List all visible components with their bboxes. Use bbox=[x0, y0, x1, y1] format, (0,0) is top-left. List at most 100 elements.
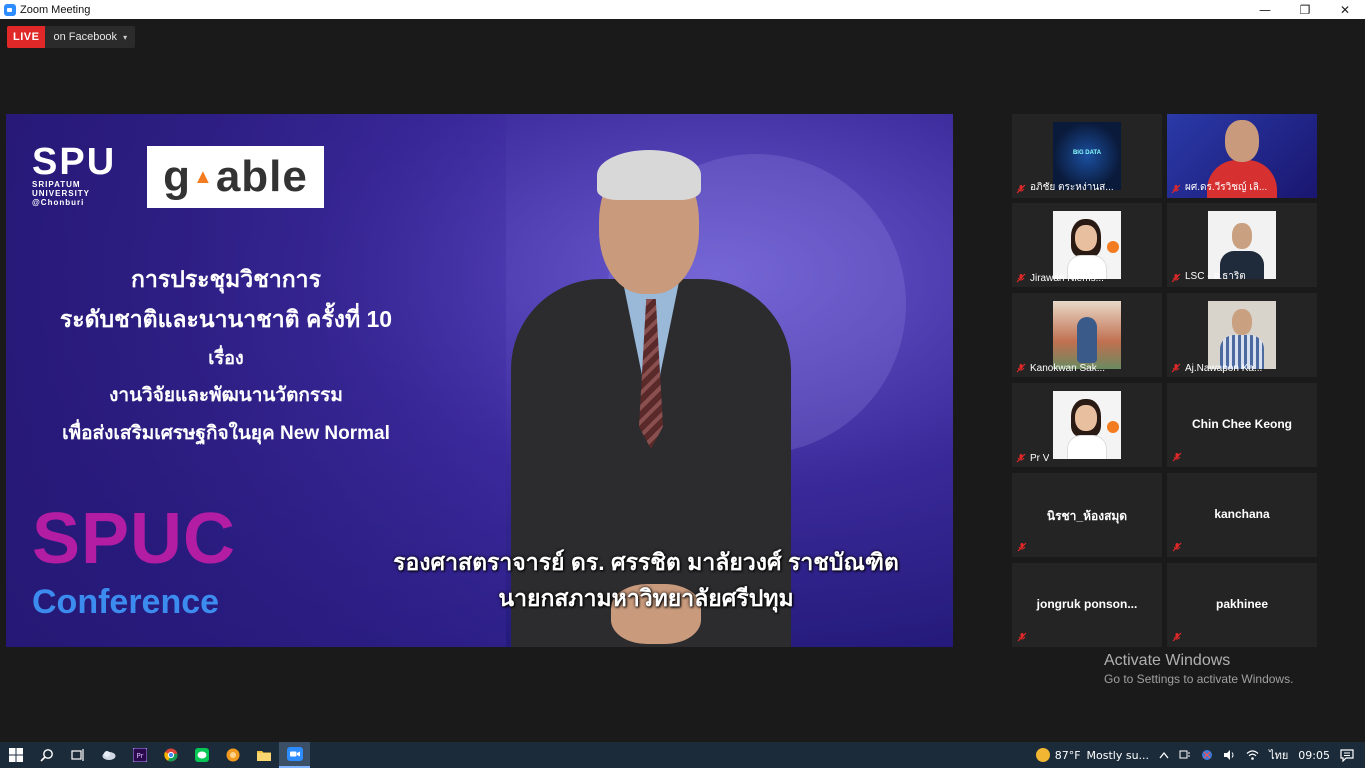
participant-tile[interactable]: pakhinee bbox=[1167, 563, 1317, 647]
participant-name: jongruk ponson... bbox=[1036, 597, 1138, 611]
conference-wordmark: Conference bbox=[32, 583, 220, 621]
participant-face bbox=[1232, 223, 1252, 249]
mic-muted-icon bbox=[1016, 363, 1026, 373]
windows-logo-icon bbox=[8, 748, 23, 762]
task-view-button[interactable] bbox=[62, 742, 93, 768]
taskbar-app-weather-widget[interactable] bbox=[93, 742, 124, 768]
participant-name: Jirawan Niems... bbox=[1030, 273, 1104, 284]
zoom-icon bbox=[286, 747, 303, 761]
svg-text:Pr: Pr bbox=[136, 752, 143, 760]
participant-name: LSC - อ.ธาริต bbox=[1185, 271, 1246, 282]
wifi-icon bbox=[1246, 750, 1259, 760]
speaker-hair bbox=[597, 150, 701, 200]
participant-name: Pr V bbox=[1030, 453, 1050, 464]
weather-temperature: 87°F bbox=[1054, 748, 1081, 762]
participant-tile[interactable]: ผศ.ดร.วีรวิชญ์ เลิ... bbox=[1167, 114, 1317, 198]
participant-face bbox=[1232, 309, 1252, 335]
mic-muted-icon bbox=[1171, 184, 1181, 194]
watermark-subtitle: Go to Settings to activate Windows. bbox=[1104, 672, 1294, 686]
participant-tile[interactable]: kanchana bbox=[1167, 473, 1317, 557]
participant-body bbox=[1077, 317, 1097, 363]
taskbar-app-chrome[interactable] bbox=[155, 742, 186, 768]
language-indicator[interactable]: ไทย bbox=[1264, 746, 1293, 764]
participant-video bbox=[1053, 391, 1121, 459]
participant-tile[interactable]: LSC - อ.ธาริต bbox=[1167, 203, 1317, 287]
participant-video bbox=[1053, 211, 1121, 279]
participant-tile[interactable]: BIG DATA อภิชัย ตระหง่านส... bbox=[1012, 114, 1162, 198]
notification-center-button[interactable] bbox=[1335, 748, 1359, 762]
weather-widget[interactable]: 87°F Mostly su... bbox=[1031, 748, 1154, 762]
gable-logo-mark: ▲ bbox=[193, 165, 214, 188]
taskbar-app-line[interactable] bbox=[186, 742, 217, 768]
participant-name: นิรชา_ห้องสมุด bbox=[1046, 509, 1128, 523]
speaker-caption-title: นายกสภามหาวิทยาลัยศรีปทุม bbox=[498, 585, 794, 611]
participant-face bbox=[1075, 225, 1097, 251]
start-button[interactable] bbox=[0, 742, 31, 768]
live-destination-dropdown[interactable]: on Facebook ▾ bbox=[45, 26, 136, 48]
speaker-caption: รองศาสตราจารย์ ดร. ศรรชิต มาลัยวงศ์ ราชบ… bbox=[366, 544, 926, 616]
tray-icon-network-status[interactable] bbox=[1174, 749, 1196, 761]
participant-tile[interactable]: Aj.Nawapon Ka... bbox=[1167, 293, 1317, 377]
spu-logo-line3: @Chonburi bbox=[32, 198, 85, 207]
taskbar-app-file-explorer[interactable] bbox=[248, 742, 279, 768]
participant-name: อภิชัย ตระหง่านส... bbox=[1030, 182, 1114, 193]
volume-button[interactable] bbox=[1218, 749, 1241, 761]
participant-video-text: BIG DATA bbox=[1072, 150, 1102, 156]
participant-tile[interactable]: Chin Chee Keong bbox=[1167, 383, 1317, 467]
participant-body bbox=[1067, 435, 1107, 459]
speaker-caption-name: รองศาสตราจารย์ ดร. ศรรชิต มาลัยวงศ์ ราชบ… bbox=[393, 549, 899, 575]
window-title-bar: Zoom Meeting — ❐ ✕ bbox=[0, 0, 1365, 19]
window-controls: — ❐ ✕ bbox=[1245, 0, 1365, 19]
participant-name: pakhinee bbox=[1215, 597, 1269, 611]
taskbar-app-orange[interactable] bbox=[217, 742, 248, 768]
search-button[interactable] bbox=[31, 742, 62, 768]
conference-title-line: งานวิจัยและพัฒนานวัตกรรม bbox=[109, 385, 343, 406]
close-button[interactable]: ✕ bbox=[1325, 0, 1365, 19]
spu-logo-line2: UNIVERSITY bbox=[32, 189, 91, 198]
tray-icon-app[interactable] bbox=[1196, 749, 1218, 761]
notification-icon bbox=[1340, 748, 1354, 762]
participant-tile[interactable]: นิรชา_ห้องสมุด bbox=[1012, 473, 1162, 557]
speaker-icon bbox=[1224, 750, 1234, 760]
mic-muted-icon bbox=[1017, 632, 1027, 642]
activate-windows-watermark: Activate Windows Go to Settings to activ… bbox=[1104, 651, 1293, 687]
taskbar-app-premiere[interactable]: Pr bbox=[124, 742, 155, 768]
meeting-area: LIVE on Facebook ▾ SPU SRIPATUM UNIVERSI… bbox=[0, 19, 1365, 742]
taskbar-app-zoom[interactable] bbox=[279, 742, 310, 768]
network-status-icon bbox=[1179, 750, 1191, 759]
mic-muted-icon bbox=[1016, 273, 1026, 283]
participant-tile[interactable]: Pr V bbox=[1012, 383, 1162, 467]
window-title: Zoom Meeting bbox=[20, 3, 91, 16]
participant-video bbox=[1208, 301, 1276, 369]
windows-taskbar: Pr 87°F Mostly su... ไทย 09:05 bbox=[0, 742, 1365, 768]
conference-title-line: ระดับชาติและนานาชาติ ครั้งที่ 10 bbox=[59, 306, 393, 332]
minimize-button[interactable]: — bbox=[1245, 0, 1285, 19]
spu-logo: SPU SRIPATUM UNIVERSITY @Chonburi bbox=[32, 143, 116, 207]
chevron-down-icon: ▾ bbox=[123, 32, 128, 42]
participant-tile[interactable]: jongruk ponson... bbox=[1012, 563, 1162, 647]
conference-title-line: เพื่อส่งเสริมเศรษฐกิจในยุค New Normal bbox=[62, 423, 390, 444]
restore-button[interactable]: ❐ bbox=[1285, 0, 1325, 19]
gable-logo-left: g bbox=[163, 152, 192, 201]
cloud-icon bbox=[102, 751, 115, 760]
participant-face bbox=[1225, 120, 1259, 162]
zoom-app-icon bbox=[4, 3, 16, 16]
participant-name: Aj.Nawapon Ka... bbox=[1185, 363, 1263, 374]
mic-muted-icon bbox=[1171, 363, 1181, 373]
live-stream-indicator[interactable]: LIVE on Facebook ▾ bbox=[7, 26, 136, 48]
show-hidden-icons-button[interactable] bbox=[1154, 751, 1174, 759]
weather-description: Mostly su... bbox=[1086, 748, 1150, 762]
participant-video bbox=[1053, 301, 1121, 369]
clock[interactable]: 09:05 bbox=[1293, 749, 1335, 762]
participant-tile[interactable]: Kanokwan Sak... bbox=[1012, 293, 1162, 377]
participant-tile[interactable]: Jirawan Niems... bbox=[1012, 203, 1162, 287]
watermark-title: Activate Windows bbox=[1104, 652, 1231, 669]
sun-icon bbox=[1035, 748, 1050, 762]
active-speaker-video[interactable]: SPU SRIPATUM UNIVERSITY @Chonburi g ▲ ab… bbox=[6, 114, 953, 647]
mic-muted-icon bbox=[1171, 273, 1181, 283]
gable-logo: g ▲ able bbox=[147, 146, 324, 208]
chrome-icon bbox=[163, 748, 177, 762]
mic-muted-icon bbox=[1016, 184, 1026, 194]
spuc-wordmark: SPUC bbox=[32, 499, 237, 579]
wifi-button[interactable] bbox=[1241, 749, 1264, 761]
